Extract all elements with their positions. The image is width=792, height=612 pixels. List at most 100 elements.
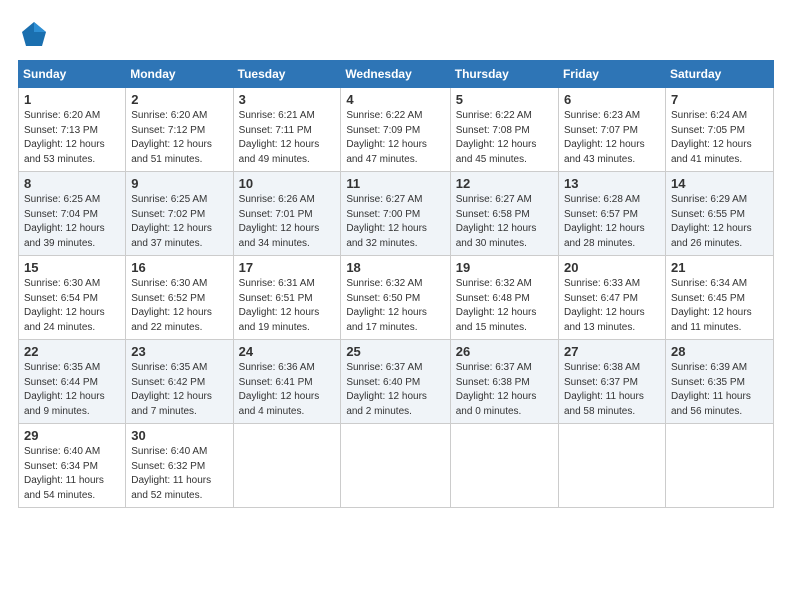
calendar-cell: 9 Sunrise: 6:25 AMSunset: 7:02 PMDayligh… <box>126 172 233 256</box>
calendar-cell: 12 Sunrise: 6:27 AMSunset: 6:58 PMDaylig… <box>450 172 558 256</box>
day-number: 17 <box>239 260 336 275</box>
calendar-cell: 2 Sunrise: 6:20 AMSunset: 7:12 PMDayligh… <box>126 88 233 172</box>
calendar-cell: 21 Sunrise: 6:34 AMSunset: 6:45 PMDaylig… <box>665 256 773 340</box>
day-number: 2 <box>131 92 227 107</box>
day-header-thursday: Thursday <box>450 61 558 88</box>
calendar-week-row: 8 Sunrise: 6:25 AMSunset: 7:04 PMDayligh… <box>19 172 774 256</box>
calendar-cell: 25 Sunrise: 6:37 AMSunset: 6:40 PMDaylig… <box>341 340 450 424</box>
calendar-cell <box>450 424 558 508</box>
calendar-header-row: SundayMondayTuesdayWednesdayThursdayFrid… <box>19 61 774 88</box>
calendar-cell: 19 Sunrise: 6:32 AMSunset: 6:48 PMDaylig… <box>450 256 558 340</box>
day-header-sunday: Sunday <box>19 61 126 88</box>
calendar-cell <box>558 424 665 508</box>
day-number: 11 <box>346 176 444 191</box>
calendar-cell: 16 Sunrise: 6:30 AMSunset: 6:52 PMDaylig… <box>126 256 233 340</box>
day-number: 4 <box>346 92 444 107</box>
day-info: Sunrise: 6:31 AMSunset: 6:51 PMDaylight:… <box>239 278 320 333</box>
calendar-cell: 1 Sunrise: 6:20 AMSunset: 7:13 PMDayligh… <box>19 88 126 172</box>
header <box>18 18 774 50</box>
calendar-cell: 18 Sunrise: 6:32 AMSunset: 6:50 PMDaylig… <box>341 256 450 340</box>
day-info: Sunrise: 6:20 AMSunset: 7:13 PMDaylight:… <box>24 110 105 165</box>
day-number: 20 <box>564 260 660 275</box>
day-number: 27 <box>564 344 660 359</box>
day-number: 19 <box>456 260 553 275</box>
calendar-cell: 14 Sunrise: 6:29 AMSunset: 6:55 PMDaylig… <box>665 172 773 256</box>
calendar-cell: 10 Sunrise: 6:26 AMSunset: 7:01 PMDaylig… <box>233 172 341 256</box>
day-number: 5 <box>456 92 553 107</box>
day-number: 29 <box>24 428 120 443</box>
logo <box>18 18 54 50</box>
day-info: Sunrise: 6:26 AMSunset: 7:01 PMDaylight:… <box>239 194 320 249</box>
calendar-body: 1 Sunrise: 6:20 AMSunset: 7:13 PMDayligh… <box>19 88 774 508</box>
day-header-wednesday: Wednesday <box>341 61 450 88</box>
day-number: 15 <box>24 260 120 275</box>
day-info: Sunrise: 6:32 AMSunset: 6:48 PMDaylight:… <box>456 278 537 333</box>
day-info: Sunrise: 6:20 AMSunset: 7:12 PMDaylight:… <box>131 110 212 165</box>
calendar-cell: 27 Sunrise: 6:38 AMSunset: 6:37 PMDaylig… <box>558 340 665 424</box>
day-number: 13 <box>564 176 660 191</box>
day-info: Sunrise: 6:33 AMSunset: 6:47 PMDaylight:… <box>564 278 645 333</box>
day-info: Sunrise: 6:21 AMSunset: 7:11 PMDaylight:… <box>239 110 320 165</box>
day-number: 9 <box>131 176 227 191</box>
day-info: Sunrise: 6:27 AMSunset: 6:58 PMDaylight:… <box>456 194 537 249</box>
calendar-cell: 30 Sunrise: 6:40 AMSunset: 6:32 PMDaylig… <box>126 424 233 508</box>
day-info: Sunrise: 6:25 AMSunset: 7:02 PMDaylight:… <box>131 194 212 249</box>
calendar-cell: 20 Sunrise: 6:33 AMSunset: 6:47 PMDaylig… <box>558 256 665 340</box>
day-info: Sunrise: 6:39 AMSunset: 6:35 PMDaylight:… <box>671 362 751 417</box>
calendar-cell: 15 Sunrise: 6:30 AMSunset: 6:54 PMDaylig… <box>19 256 126 340</box>
calendar-cell: 7 Sunrise: 6:24 AMSunset: 7:05 PMDayligh… <box>665 88 773 172</box>
day-info: Sunrise: 6:32 AMSunset: 6:50 PMDaylight:… <box>346 278 427 333</box>
day-info: Sunrise: 6:37 AMSunset: 6:40 PMDaylight:… <box>346 362 427 417</box>
calendar-week-row: 22 Sunrise: 6:35 AMSunset: 6:44 PMDaylig… <box>19 340 774 424</box>
calendar-cell: 23 Sunrise: 6:35 AMSunset: 6:42 PMDaylig… <box>126 340 233 424</box>
day-info: Sunrise: 6:35 AMSunset: 6:44 PMDaylight:… <box>24 362 105 417</box>
day-info: Sunrise: 6:37 AMSunset: 6:38 PMDaylight:… <box>456 362 537 417</box>
day-info: Sunrise: 6:22 AMSunset: 7:09 PMDaylight:… <box>346 110 427 165</box>
day-number: 16 <box>131 260 227 275</box>
calendar-cell: 29 Sunrise: 6:40 AMSunset: 6:34 PMDaylig… <box>19 424 126 508</box>
day-number: 7 <box>671 92 768 107</box>
day-header-monday: Monday <box>126 61 233 88</box>
calendar-cell: 11 Sunrise: 6:27 AMSunset: 7:00 PMDaylig… <box>341 172 450 256</box>
day-number: 1 <box>24 92 120 107</box>
calendar-table: SundayMondayTuesdayWednesdayThursdayFrid… <box>18 60 774 508</box>
day-header-tuesday: Tuesday <box>233 61 341 88</box>
logo-icon <box>18 18 50 50</box>
day-info: Sunrise: 6:40 AMSunset: 6:32 PMDaylight:… <box>131 446 211 501</box>
day-info: Sunrise: 6:30 AMSunset: 6:54 PMDaylight:… <box>24 278 105 333</box>
day-number: 18 <box>346 260 444 275</box>
day-number: 28 <box>671 344 768 359</box>
day-info: Sunrise: 6:36 AMSunset: 6:41 PMDaylight:… <box>239 362 320 417</box>
day-number: 3 <box>239 92 336 107</box>
calendar-cell: 5 Sunrise: 6:22 AMSunset: 7:08 PMDayligh… <box>450 88 558 172</box>
day-number: 23 <box>131 344 227 359</box>
calendar-cell: 22 Sunrise: 6:35 AMSunset: 6:44 PMDaylig… <box>19 340 126 424</box>
day-info: Sunrise: 6:40 AMSunset: 6:34 PMDaylight:… <box>24 446 104 501</box>
day-info: Sunrise: 6:25 AMSunset: 7:04 PMDaylight:… <box>24 194 105 249</box>
calendar-cell <box>341 424 450 508</box>
day-header-friday: Friday <box>558 61 665 88</box>
day-number: 8 <box>24 176 120 191</box>
day-info: Sunrise: 6:38 AMSunset: 6:37 PMDaylight:… <box>564 362 644 417</box>
page: SundayMondayTuesdayWednesdayThursdayFrid… <box>0 0 792 518</box>
calendar-week-row: 1 Sunrise: 6:20 AMSunset: 7:13 PMDayligh… <box>19 88 774 172</box>
day-header-saturday: Saturday <box>665 61 773 88</box>
day-info: Sunrise: 6:34 AMSunset: 6:45 PMDaylight:… <box>671 278 752 333</box>
calendar-cell: 13 Sunrise: 6:28 AMSunset: 6:57 PMDaylig… <box>558 172 665 256</box>
day-info: Sunrise: 6:35 AMSunset: 6:42 PMDaylight:… <box>131 362 212 417</box>
calendar-cell <box>233 424 341 508</box>
calendar-cell: 4 Sunrise: 6:22 AMSunset: 7:09 PMDayligh… <box>341 88 450 172</box>
calendar-cell: 26 Sunrise: 6:37 AMSunset: 6:38 PMDaylig… <box>450 340 558 424</box>
day-number: 12 <box>456 176 553 191</box>
calendar-cell: 6 Sunrise: 6:23 AMSunset: 7:07 PMDayligh… <box>558 88 665 172</box>
day-info: Sunrise: 6:29 AMSunset: 6:55 PMDaylight:… <box>671 194 752 249</box>
calendar-cell: 17 Sunrise: 6:31 AMSunset: 6:51 PMDaylig… <box>233 256 341 340</box>
day-number: 14 <box>671 176 768 191</box>
day-number: 26 <box>456 344 553 359</box>
day-number: 24 <box>239 344 336 359</box>
calendar-week-row: 29 Sunrise: 6:40 AMSunset: 6:34 PMDaylig… <box>19 424 774 508</box>
day-info: Sunrise: 6:27 AMSunset: 7:00 PMDaylight:… <box>346 194 427 249</box>
calendar-cell <box>665 424 773 508</box>
calendar-week-row: 15 Sunrise: 6:30 AMSunset: 6:54 PMDaylig… <box>19 256 774 340</box>
day-info: Sunrise: 6:23 AMSunset: 7:07 PMDaylight:… <box>564 110 645 165</box>
